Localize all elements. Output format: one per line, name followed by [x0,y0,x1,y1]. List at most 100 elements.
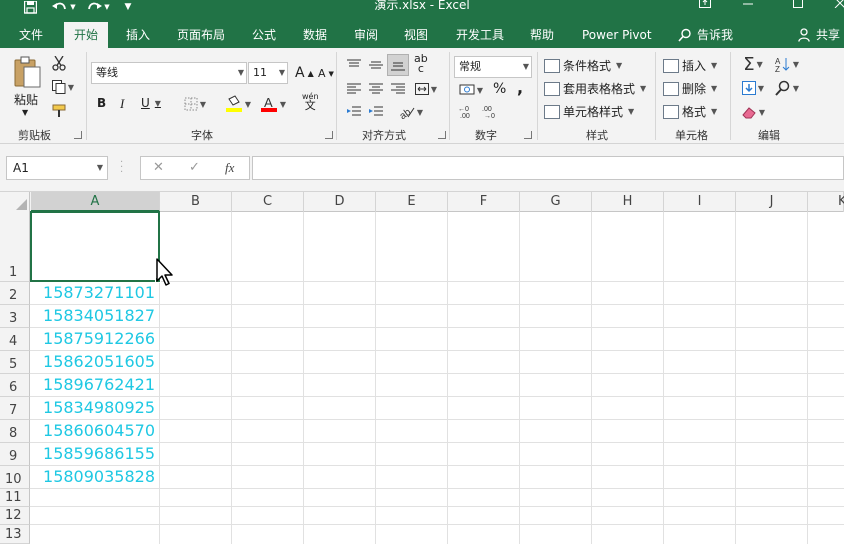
column-header-h[interactable]: H [592,192,664,212]
tab-review[interactable]: 审阅 [354,22,378,48]
merge-center-icon[interactable]: ▼ [412,80,440,98]
autosum-icon[interactable]: Σ ▼ [738,54,768,75]
paste-button[interactable]: 粘贴 [14,91,38,108]
accounting-format-icon[interactable]: ▼ [456,81,486,99]
cut-icon[interactable] [50,54,68,72]
column-header-i[interactable]: I [664,192,736,212]
formula-bar-splitter[interactable]: · · · [120,158,123,178]
paste-icon[interactable] [10,54,44,92]
cancel-icon[interactable]: ✕ [153,157,164,179]
bottom-align-icon[interactable] [387,54,409,76]
number-launcher-icon[interactable] [524,131,532,139]
font-size-dropdown[interactable]: 11 ▼ [248,62,288,84]
column-header-b[interactable]: B [160,192,232,212]
tab-power-pivot[interactable]: Power Pivot [582,22,652,48]
row-header-8[interactable]: 8 [0,420,30,443]
align-left-icon[interactable] [344,80,364,98]
tab-formulas[interactable]: 公式 [252,22,276,48]
name-box[interactable]: A1 ▼ [6,156,108,180]
fill-icon[interactable]: ▼ [738,78,768,98]
cell-a10[interactable]: 15809035828 [31,466,158,488]
format-as-table-button[interactable]: 套用表格格式 ▼ [544,80,646,97]
column-header-f[interactable]: F [448,192,520,212]
column-header-e[interactable]: E [376,192,448,212]
font-name-dropdown[interactable]: 等线 ▼ [91,62,247,84]
maximize-icon[interactable] [790,0,806,10]
cell-a2[interactable]: 15873271101 [31,282,158,304]
increase-decimal-icon[interactable]: ←0.00 [456,103,478,121]
tab-view[interactable]: 视图 [404,22,428,48]
top-align-icon[interactable] [344,56,364,74]
tab-data[interactable]: 数据 [303,22,327,48]
middle-align-icon[interactable] [366,56,386,74]
decrease-decimal-icon[interactable]: .00 →0 [480,103,502,121]
column-header-j[interactable]: J [736,192,808,212]
tell-me-search[interactable]: 告诉我 [678,22,733,48]
tab-file[interactable]: 文件 [19,22,43,48]
format-painter-icon[interactable] [50,102,68,120]
font-color-button[interactable]: A ▼ [257,94,289,114]
row-header-12[interactable]: 12 [0,507,30,525]
fill-color-button[interactable]: ▼ [222,94,254,114]
comma-button[interactable]: , [517,78,523,97]
tab-home[interactable]: 开始 [64,22,109,48]
sort-filter-icon[interactable]: A Z ▼ [772,54,802,74]
ribbon-display-icon[interactable] [697,0,713,10]
alignment-launcher-icon[interactable] [438,131,446,139]
row-header-5[interactable]: 5 [0,351,30,374]
row-header-10[interactable]: 10 [0,466,30,489]
grow-font-button[interactable]: A ▲ [295,65,314,81]
row-header-6[interactable]: 6 [0,374,30,397]
insert-cells-button[interactable]: 插入 ▼ [663,57,717,74]
share-button[interactable]: 共享 [798,22,840,48]
font-launcher-icon[interactable] [325,131,333,139]
cell-a7[interactable]: 15834980925 [31,397,158,419]
orientation-icon[interactable]: ab ▼ [396,102,426,122]
column-header-k[interactable]: K [808,192,844,212]
number-format-dropdown[interactable]: 常规 ▼ [454,56,532,78]
find-select-icon[interactable]: ▼ [772,78,802,98]
column-header-g[interactable]: G [520,192,592,212]
row-header-13[interactable]: 13 [0,525,30,544]
format-cells-button[interactable]: 格式 ▼ [663,103,717,120]
clear-icon[interactable]: ▼ [738,102,768,122]
increase-indent-icon[interactable] [366,103,386,121]
column-header-d[interactable]: D [304,192,376,212]
cell-a4[interactable]: 15875912266 [31,328,158,350]
cell-styles-button[interactable]: 单元格样式 ▼ [544,103,634,120]
row-header-2[interactable]: 2 [0,282,30,305]
row-header-9[interactable]: 9 [0,443,30,466]
borders-button[interactable]: ▼ [180,96,210,112]
shrink-font-button[interactable]: A ▼ [318,67,334,80]
tab-developer[interactable]: 开发工具 [456,22,504,48]
align-center-icon[interactable] [366,80,386,98]
enter-icon[interactable]: ✓ [189,157,200,179]
cell-a3[interactable]: 15834051827 [31,305,158,327]
formula-input[interactable] [252,156,844,180]
column-header-a[interactable]: A [31,192,160,212]
close-icon[interactable] [832,0,844,10]
row-header-4[interactable]: 4 [0,328,30,351]
cell-a6[interactable]: 15896762421 [31,374,158,396]
phonetic-guide-button[interactable]: wén 文 [302,92,319,111]
column-header-c[interactable]: C [232,192,304,212]
decrease-indent-icon[interactable] [344,103,364,121]
conditional-formatting-button[interactable]: 条件格式 ▼ [544,57,622,74]
row-header-7[interactable]: 7 [0,397,30,420]
wrap-text-button[interactable]: ab c [414,53,428,74]
tab-insert[interactable]: 插入 [126,22,150,48]
insert-function-icon[interactable]: fx [225,157,234,179]
paste-dropdown-icon[interactable]: ▼ [22,108,28,117]
clipboard-launcher-icon[interactable] [74,131,82,139]
active-cell-border[interactable] [30,211,160,282]
copy-icon[interactable]: ▼ [50,78,76,96]
cell-a9[interactable]: 15859686155 [31,443,158,465]
align-right-icon[interactable] [388,80,408,98]
percent-button[interactable]: % [493,81,506,97]
cell-a5[interactable]: 15862051605 [31,351,158,373]
bold-button[interactable]: B [97,96,106,110]
row-header-1[interactable]: 1 [0,212,30,282]
row-header-3[interactable]: 3 [0,305,30,328]
tab-help[interactable]: 帮助 [530,22,554,48]
delete-cells-button[interactable]: 删除 ▼ [663,80,717,97]
